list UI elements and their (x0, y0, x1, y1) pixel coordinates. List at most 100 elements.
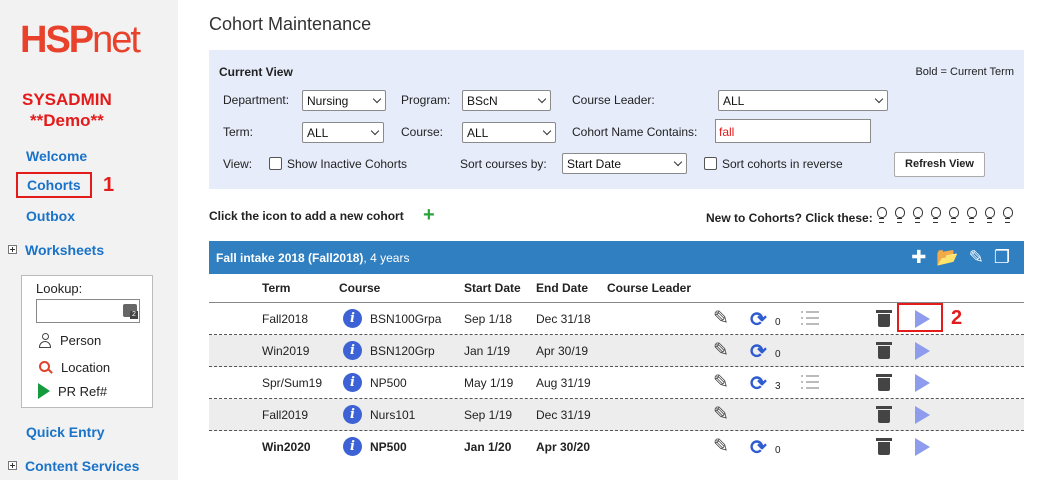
copy-icon[interactable]: ❐ (994, 248, 1010, 266)
row-term: Win2019 (262, 344, 310, 358)
sync-icon[interactable]: ⟳ (750, 435, 767, 460)
nav-content-services[interactable]: Content Services (25, 457, 139, 475)
expand-content-services-icon[interactable] (8, 461, 17, 470)
play-icon[interactable] (915, 438, 930, 456)
term-value: ALL (307, 126, 329, 140)
lookup-panel: Lookup: 2 Person Location PR Ref# (21, 275, 153, 408)
panel-note: Bold = Current Term (915, 66, 1014, 78)
row-start: Sep 1/19 (464, 408, 513, 422)
annotation-box (897, 303, 943, 332)
lightbulb-icon[interactable] (966, 207, 977, 223)
lightbulb-icon[interactable] (984, 207, 995, 223)
cohort-title: Fall intake 2018 (Fall2018), 4 years (216, 251, 409, 265)
trash-icon[interactable] (876, 341, 892, 360)
sync-icon[interactable]: ⟳ (750, 307, 767, 332)
lookup-input[interactable]: 2 (36, 299, 140, 323)
course-value: ALL (467, 126, 489, 140)
row-end: Apr 30/20 (536, 440, 591, 454)
hspnet-logo: HSPnet (20, 19, 141, 61)
col-start: Start Date (464, 281, 521, 295)
nav-outbox[interactable]: Outbox (26, 207, 75, 225)
course-leader-select[interactable]: ALL (718, 90, 888, 111)
play-icon[interactable] (915, 342, 930, 360)
chevron-down-icon (673, 157, 683, 167)
table-row: Spr/Sum19 i NP500 May 1/19 Aug 31/19 ✎ ⟳… (209, 367, 1024, 399)
info-icon[interactable]: i (343, 405, 362, 424)
add-icon[interactable]: ✚ (911, 248, 926, 266)
row-start: May 1/19 (464, 376, 514, 390)
edit-pencil-icon[interactable]: ✎ (713, 307, 729, 330)
program-select[interactable]: BScN (462, 90, 551, 111)
row-start: Jan 1/20 (464, 440, 512, 454)
program-label: Program: (401, 93, 451, 107)
trash-icon[interactable] (876, 309, 892, 328)
lightbulb-icon[interactable] (948, 207, 959, 223)
nav-quick-entry[interactable]: Quick Entry (26, 423, 105, 441)
chevron-down-icon (537, 94, 547, 104)
play-icon[interactable] (915, 374, 930, 392)
row-course: NP500 (370, 440, 407, 454)
trash-icon[interactable] (876, 405, 892, 424)
row-end: Dec 31/18 (536, 312, 591, 326)
sync-icon[interactable]: ⟳ (750, 371, 767, 396)
edit-pencil-icon[interactable]: ✎ (713, 435, 729, 458)
cohort-duration: , 4 years (363, 251, 410, 265)
edit-pencil-icon[interactable]: ✎ (713, 339, 729, 362)
row-term: Spr/Sum19 (262, 376, 323, 390)
lightbulb-icon[interactable] (876, 207, 887, 223)
add-cohort-plus-icon[interactable]: + (423, 205, 435, 225)
info-icon[interactable]: i (343, 309, 362, 328)
green-play-icon (38, 383, 50, 399)
refresh-view-button[interactable]: Refresh View (894, 152, 985, 177)
row-term: Win2020 (262, 440, 311, 454)
show-inactive-checkbox[interactable] (269, 157, 282, 170)
folder-open-icon[interactable]: 📂 (936, 248, 958, 266)
expand-worksheets-icon[interactable] (8, 245, 17, 254)
lookup-pr-ref[interactable]: PR Ref# (38, 382, 107, 400)
nav-cohorts[interactable]: Cohorts (16, 172, 92, 198)
row-end: Apr 30/19 (536, 344, 589, 358)
cohort-name-input[interactable]: fall (715, 119, 871, 143)
nav-welcome[interactable]: Welcome (26, 147, 87, 165)
trash-icon[interactable] (876, 373, 892, 392)
sort-courses-select[interactable]: Start Date (562, 153, 687, 174)
lookup-person[interactable]: Person (38, 331, 101, 349)
keyboard-icon[interactable]: 2 (123, 304, 138, 319)
list-icon[interactable] (801, 311, 819, 325)
course-leader-label: Course Leader: (572, 93, 655, 107)
edit-pencil-icon[interactable]: ✎ (713, 371, 729, 394)
list-icon[interactable] (801, 375, 819, 389)
department-select[interactable]: Nursing (302, 90, 386, 111)
lightbulb-icon[interactable] (912, 207, 923, 223)
nav-worksheets[interactable]: Worksheets (25, 241, 104, 259)
lookup-location-label: Location (61, 359, 111, 375)
annotation-one: 1 (103, 174, 115, 196)
lightbulb-icon[interactable] (894, 207, 905, 223)
info-icon[interactable]: i (343, 341, 362, 360)
pencil-icon[interactable]: ✎ (969, 248, 984, 266)
lightbulb-icon[interactable] (930, 207, 941, 223)
table-row: Fall2019 i Nurs101 Sep 1/19 Dec 31/19 ✎ (209, 399, 1024, 431)
row-course: BSN120Grp (370, 344, 435, 358)
chevron-down-icon (542, 126, 552, 136)
term-select[interactable]: ALL (302, 122, 384, 143)
table-row: Win2020 i NP500 Jan 1/20 Apr 30/20 ✎ ⟳ 0 (209, 431, 1024, 463)
table-row: Win2019 i BSN120Grp Jan 1/19 Apr 30/19 ✎… (209, 335, 1024, 367)
sync-icon[interactable]: ⟳ (750, 339, 767, 364)
course-label: Course: (401, 125, 444, 139)
course-select[interactable]: ALL (462, 122, 556, 143)
trash-icon[interactable] (876, 437, 892, 456)
lookup-location[interactable]: Location (38, 358, 110, 376)
course-leader-value: ALL (723, 94, 745, 108)
sort-reverse-checkbox[interactable] (704, 157, 717, 170)
current-view-panel: Current View Bold = Current Term Departm… (209, 50, 1024, 189)
info-icon[interactable]: i (343, 437, 362, 456)
lightbulb-icon[interactable] (1002, 207, 1013, 223)
row-start: Jan 1/19 (464, 344, 511, 358)
edit-pencil-icon[interactable]: ✎ (713, 403, 729, 426)
col-term: Term (262, 281, 291, 295)
info-icon[interactable]: i (343, 373, 362, 392)
add-cohort-text: Click the icon to add a new cohort (209, 209, 404, 223)
row-course: NP500 (370, 376, 407, 390)
play-icon[interactable] (915, 406, 930, 424)
